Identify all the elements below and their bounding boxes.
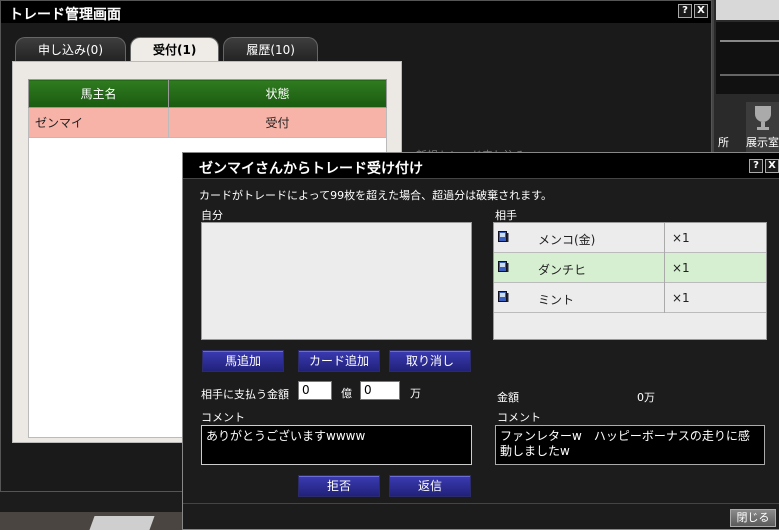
dialog-divider [183, 503, 779, 504]
self-offer-list[interactable] [201, 222, 472, 340]
card-quantity: ×1 [672, 261, 690, 275]
background-window-fragment: 所 展示室 [712, 0, 779, 160]
payment-man-input[interactable]: 0 [360, 381, 400, 400]
tab-history[interactable]: 履歴(10) [223, 37, 318, 61]
card-name: メンコ(金) [538, 233, 596, 247]
card-name: ダンチヒ [538, 263, 587, 277]
window-buttons: ? X [678, 4, 708, 18]
tab-applications[interactable]: 申し込み(0) [15, 37, 126, 61]
list-item[interactable]: ダンチヒ ×1 [494, 253, 766, 283]
trade-manager-titlebar: トレード管理画面 ? X [1, 1, 711, 23]
background-panel-strip [716, 22, 779, 94]
column-header-status: 状態 [168, 79, 387, 108]
column-header-owner: 馬主名 [28, 79, 169, 108]
reply-button[interactable]: 返信 [389, 475, 471, 497]
add-card-button[interactable]: カード追加 [298, 350, 380, 372]
card-name: ミント [538, 293, 575, 307]
card-icon [498, 231, 509, 242]
partner-label: 相手 [495, 209, 517, 222]
dialog-window-buttons: ? X [749, 159, 779, 173]
trade-manager-title: トレード管理画面 [9, 7, 121, 23]
partner-amount-value: 0万 [637, 391, 655, 404]
tab-received[interactable]: 受付(1) [130, 37, 220, 61]
card-icon [498, 291, 509, 302]
dialog-help-button[interactable]: ? [749, 159, 763, 173]
card-icon [498, 261, 509, 272]
partner-comment-label: コメント [497, 411, 541, 424]
list-item[interactable]: ミント ×1 [494, 283, 766, 313]
payment-label: 相手に支払う金額 [201, 388, 289, 401]
partner-comment-text: ファンレターw ハッピーボーナスの走りに感動しましたw [495, 425, 765, 465]
reject-button[interactable]: 拒否 [298, 475, 380, 497]
dialog-titlebar: ゼンマイさんからトレード受け付け ? X [183, 153, 779, 179]
close-button[interactable]: X [694, 4, 708, 18]
card-quantity: ×1 [672, 291, 690, 305]
dialog-title: ゼンマイさんからトレード受け付け [199, 161, 423, 177]
cancel-selection-button[interactable]: 取り消し [389, 350, 471, 372]
my-comment-label: コメント [201, 411, 245, 424]
dialog-close-footer-button[interactable]: 閉じる [730, 509, 776, 527]
partner-offer-list: メンコ(金) ×1 ダンチヒ ×1 ミント ×1 [493, 222, 767, 340]
overflow-warning: カードがトレードによって99枚を超えた場合、超過分は破棄されます。 [199, 189, 553, 202]
table-row[interactable]: ゼンマイ 受付 [28, 107, 387, 138]
trade-tabs: 申し込み(0) 受付(1) 履歴(10) [15, 37, 318, 61]
self-label: 自分 [201, 209, 223, 222]
my-comment-field[interactable]: ありがとうございますwwww [201, 425, 472, 465]
help-button[interactable]: ? [678, 4, 692, 18]
oku-unit-label: 億 [341, 387, 352, 400]
list-item[interactable]: メンコ(金) ×1 [494, 223, 766, 253]
add-horse-button[interactable]: 馬追加 [202, 350, 284, 372]
dialog-close-button[interactable]: X [765, 159, 779, 173]
background-label-tokoro: 所 [718, 136, 729, 149]
partner-amount-label: 金額 [497, 391, 519, 404]
background-toolbar-strip [716, 0, 779, 20]
status-cell[interactable]: 受付 [168, 107, 387, 138]
background-label-exhibit: 展示室 [746, 136, 779, 149]
man-unit-label: 万 [410, 387, 421, 400]
trade-accept-dialog: ゼンマイさんからトレード受け付け ? X カードがトレードによって99枚を超えた… [182, 152, 779, 530]
card-quantity: ×1 [672, 231, 690, 245]
background-bottom-fragment [0, 512, 182, 530]
payment-oku-input[interactable]: 0 [298, 381, 332, 400]
owner-cell[interactable]: ゼンマイ [28, 107, 169, 138]
